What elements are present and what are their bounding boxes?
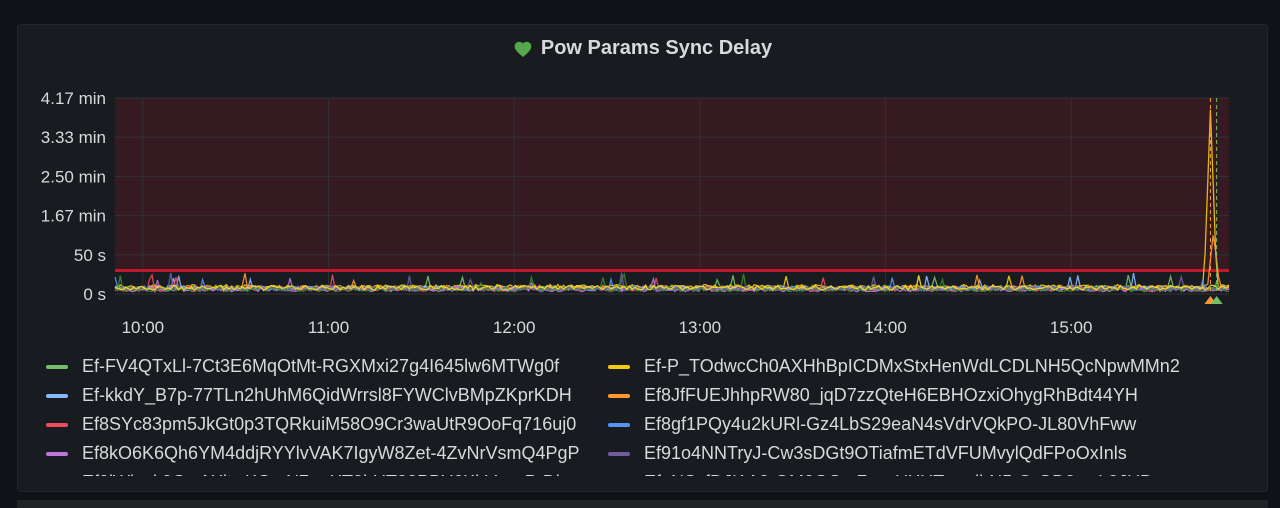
legend-label: Ef8JfFUEJhhpRW80_jqD7zzQteH6EBHOzxiOhygR… xyxy=(644,385,1138,405)
next-panel-edge xyxy=(17,500,1268,508)
legend-label: Ef8gf1PQy4u2kURl-Gz4LbS29eaN4sVdrVQkPO-J… xyxy=(644,414,1137,434)
legend-item[interactable]: Ef8gf1PQy4u2kURl-Gz4LbS29eaN4sVdrVQkPO-J… xyxy=(608,410,1228,439)
x-tick-label: 15:00 xyxy=(1050,318,1093,335)
legend-swatch xyxy=(46,364,68,369)
chart-panel: Pow Params Sync Delay 0 s 50 s 1.67 min 2.5… xyxy=(17,24,1268,492)
x-tick-label: 14:00 xyxy=(864,318,907,335)
legend-item[interactable]: Ef8SYc83pm5JkGt0p3TQRkuiM58O9Cr3waUtR9Oo… xyxy=(46,410,594,439)
x-tick-label: 12:00 xyxy=(493,318,536,335)
legend-swatch xyxy=(46,393,68,398)
line-chart[interactable]: 0 s 50 s 1.67 min 2.50 min 3.33 min 4.17 min 1… xyxy=(18,25,1267,335)
legend-swatch xyxy=(46,422,68,427)
legend-swatch xyxy=(608,393,630,398)
legend-item[interactable]: Ef-kkdY_B7p-77TLn2hUhM6QidWrrsl8FYWClvBM… xyxy=(46,381,594,410)
y-tick-label: 4.17 min xyxy=(41,89,106,108)
legend-item[interactable]: Ef91o4NNTryJ-Cw3sDGt9OTiafmETdVFUMvylQdF… xyxy=(608,439,1228,468)
legend-label: Ef-kkdY_B7p-77TLn2hUhM6QidWrrsl8FYWClvBM… xyxy=(82,385,572,405)
x-tick-label: 11:00 xyxy=(308,318,349,335)
y-tick-label: 2.50 min xyxy=(41,167,106,186)
legend-swatch xyxy=(608,364,630,369)
legend-item[interactable]: Ef-FV4QTxLl-7Ct3E6MqOtMt-RGXMxi27g4I645l… xyxy=(46,352,594,381)
y-tick-label: 0 s xyxy=(83,285,106,304)
legend-item[interactable]: Ef_NSzfDJI1A3rOM0GOm7xseUXHTqmdhN5-QrGD8… xyxy=(608,468,1228,476)
legend-item[interactable]: Ef8JfFUEJhhpRW80_jqD7zzQteH6EBHOzxiOhygR… xyxy=(608,381,1228,410)
legend-label: Ef-P_TOdwcCh0AXHhBpICDMxStxHenWdLCDLNH5Q… xyxy=(644,356,1180,376)
x-tick-label: 10:00 xyxy=(122,318,165,335)
legend-label: Ef91o4NNTryJ-Cw3sDGt9OTiafmETdVFUMvylQdF… xyxy=(644,443,1127,463)
y-tick-label: 50 s xyxy=(74,246,106,265)
legend-item[interactable]: Ef9iWhwk9GwAXitwKG-vN7rmXT3bUT23PBY6KhVa… xyxy=(46,468,594,476)
threshold-region xyxy=(115,98,1229,271)
legend-swatch xyxy=(608,422,630,427)
series-line xyxy=(114,275,1230,292)
legend-swatch xyxy=(608,451,630,456)
legend-label: Ef8kO6K6Qh6YM4ddjRYYlvVAK7IgyW8Zet-4ZvNr… xyxy=(82,443,580,463)
legend-swatch xyxy=(46,451,68,456)
y-tick-label: 3.33 min xyxy=(41,128,106,147)
x-tick-label: 13:00 xyxy=(679,318,722,335)
legend-label: Ef_NSzfDJI1A3rOM0GOm7xseUXHTqmdhN5-QrGD8… xyxy=(644,472,1162,476)
legend-label: Ef-FV4QTxLl-7Ct3E6MqOtMt-RGXMxi27g4I645l… xyxy=(82,356,560,376)
legend-label: Ef8SYc83pm5JkGt0p3TQRkuiM58O9Cr3waUtR9Oo… xyxy=(82,414,577,434)
legend-item[interactable]: Ef8kO6K6Qh6YM4ddjRYYlvVAK7IgyW8Zet-4ZvNr… xyxy=(46,439,594,468)
chart-legend: Ef-FV4QTxLl-7Ct3E6MqOtMt-RGXMxi27g4I645l… xyxy=(46,352,1246,476)
legend-item[interactable]: Ef-P_TOdwcCh0AXHhBpICDMxStxHenWdLCDLNH5Q… xyxy=(608,352,1228,381)
legend-label: Ef9iWhwk9GwAXitwKG-vN7rmXT3bUT23PBY6KhVa… xyxy=(82,472,574,476)
y-tick-label: 1.67 min xyxy=(41,207,106,226)
